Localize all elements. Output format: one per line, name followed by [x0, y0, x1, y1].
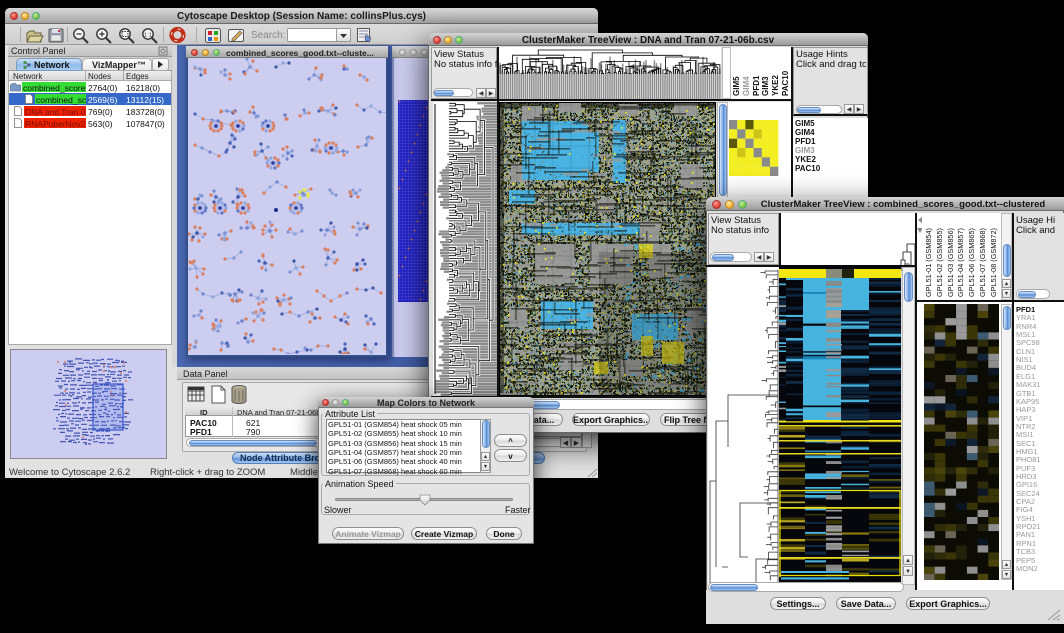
svg-text:1:1: 1:1: [144, 33, 152, 39]
